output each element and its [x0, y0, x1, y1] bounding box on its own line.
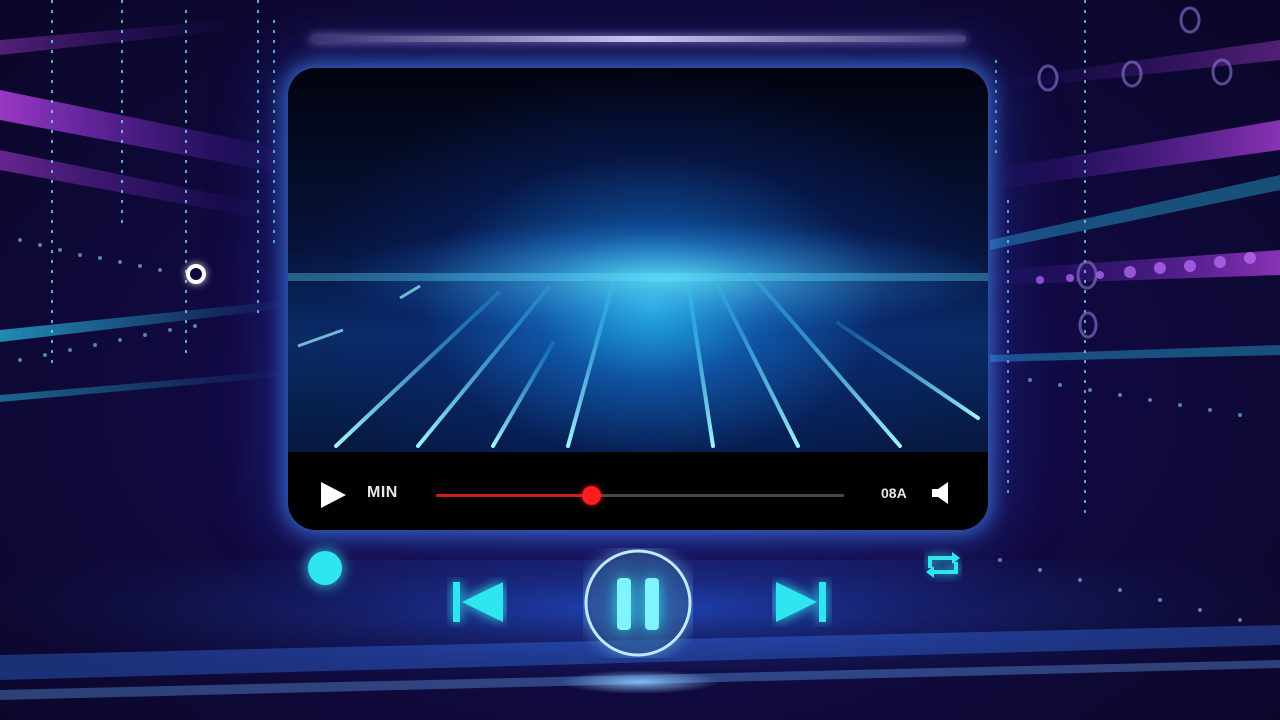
floor-glow	[560, 670, 720, 694]
pause-icon	[584, 549, 692, 657]
video-player: MIN 08A	[288, 68, 988, 530]
ring-ornament	[186, 264, 206, 284]
elapsed-time: MIN	[367, 484, 398, 501]
status-dot	[308, 551, 342, 585]
progress-fill	[436, 494, 592, 497]
pause-button[interactable]	[583, 548, 693, 658]
volume-button[interactable]	[930, 480, 954, 506]
top-glow-bar	[310, 36, 966, 42]
progress-thumb[interactable]	[582, 486, 602, 505]
video-content-graphic	[288, 218, 988, 448]
skip-next-icon	[776, 582, 826, 622]
control-bar: MIN 08A	[288, 452, 988, 530]
next-button[interactable]	[772, 577, 832, 627]
progress-bar[interactable]	[436, 486, 844, 505]
video-frame[interactable]	[288, 68, 988, 452]
play-button[interactable]	[318, 480, 348, 510]
repeat-icon	[926, 552, 960, 578]
remaining-time: 08A	[881, 485, 907, 501]
volume-icon	[932, 482, 948, 504]
previous-button[interactable]	[447, 577, 507, 627]
play-icon	[321, 482, 346, 508]
repeat-button[interactable]	[924, 548, 962, 582]
skip-previous-icon	[453, 582, 503, 622]
